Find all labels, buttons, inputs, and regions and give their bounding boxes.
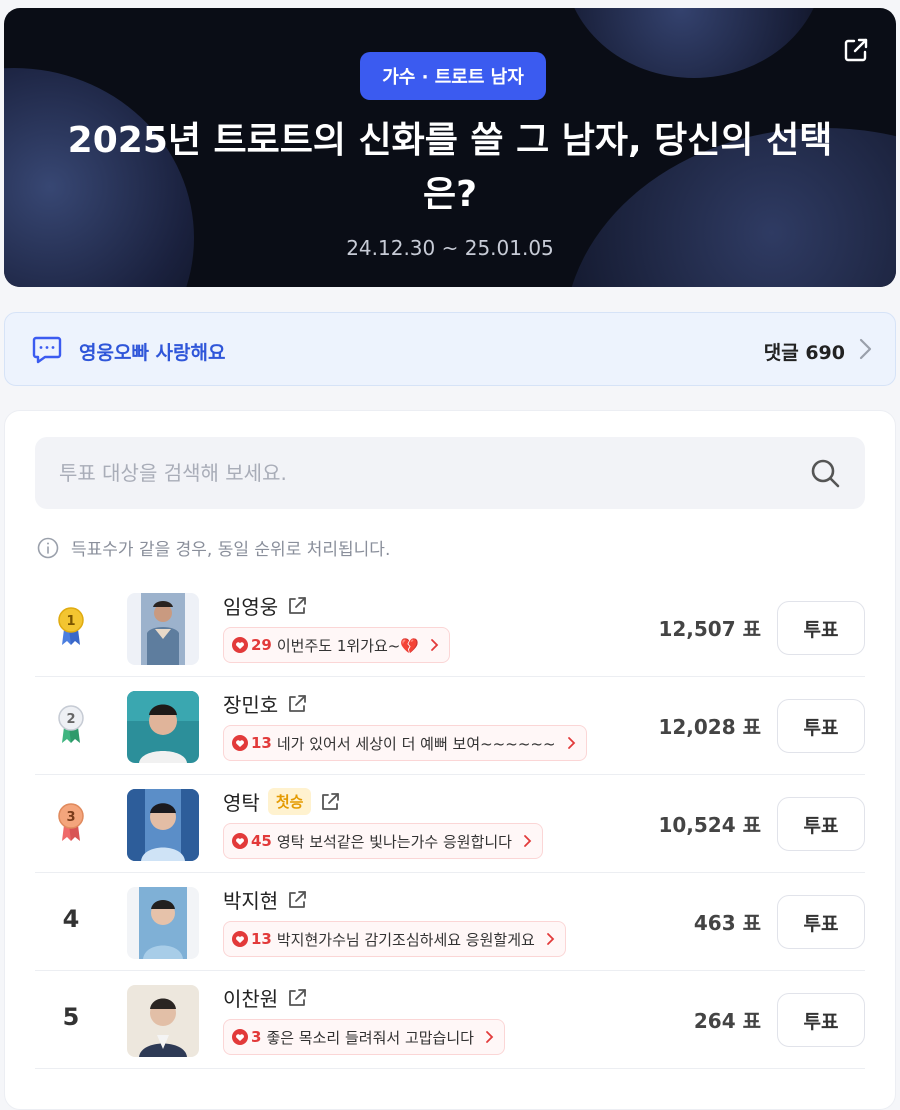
vote-card: 득표수가 같을 경우, 동일 순위로 처리됩니다. 1 임 — [4, 410, 896, 1110]
candidate-name[interactable]: 장민호 — [223, 689, 278, 718]
chevron-right-icon — [859, 338, 872, 360]
chevron-right-icon — [486, 1031, 494, 1043]
heart-icon — [232, 735, 248, 751]
comment-text: 영탁 보석같은 빛나는가수 응원합니다 — [276, 832, 512, 851]
heart-icon — [232, 1029, 248, 1045]
external-link-icon[interactable] — [319, 791, 341, 813]
external-link-icon[interactable] — [286, 987, 308, 1009]
vote-button[interactable]: 투표 — [777, 699, 865, 753]
silver-medal-icon: 2 — [58, 705, 84, 743]
comment-text: 이번주도 1위가요~💔 — [276, 636, 420, 655]
top-comment[interactable]: 13 박지현가수님 감기조심하세요 응원할게요 — [223, 921, 566, 957]
vote-count: 10,524 표 — [658, 813, 761, 837]
notice-text: 득표수가 같을 경우, 동일 순위로 처리됩니다. — [71, 540, 391, 560]
avatar — [127, 789, 199, 861]
chevron-right-icon — [431, 639, 439, 651]
external-link-icon[interactable] — [286, 595, 308, 617]
vote-count: 264 표 — [693, 1009, 761, 1033]
rank-number: 4 — [62, 905, 80, 933]
name-line: 임영웅 — [223, 591, 308, 620]
candidate-photo[interactable] — [127, 593, 199, 665]
candidate-photo[interactable] — [127, 691, 199, 763]
comment-like-count: 45 — [251, 832, 272, 850]
candidate-photo[interactable] — [127, 887, 199, 959]
chat-bubble-icon — [32, 336, 62, 364]
chevron-right-icon — [546, 933, 555, 945]
rank-number: 5 — [62, 1003, 80, 1031]
avatar — [127, 691, 199, 763]
candidate-row: 4 박지현 13 박지현가수님 감기조심하세요 응원할게요 463 표 투표 — [35, 873, 865, 971]
vote-period: 24.12.30 ~ 25.01.05 — [346, 236, 554, 260]
external-link-icon[interactable] — [286, 693, 308, 715]
vote-button[interactable]: 투표 — [777, 993, 865, 1047]
bronze-medal-icon: 3 — [58, 803, 84, 841]
first-win-badge: 첫승 — [267, 788, 312, 815]
comment-like-count: 13 — [251, 734, 272, 752]
category-chip: 가수 · 트로트 남자 — [360, 52, 546, 100]
top-comment[interactable]: 45 영탁 보석같은 빛나는가수 응원합니다 — [223, 823, 543, 859]
rank-number: 2 — [66, 712, 75, 727]
comment-like-count: 3 — [251, 1028, 262, 1046]
name-line: 박지현 — [223, 885, 308, 914]
comment-text: 박지현가수님 감기조심하세요 응원할게요 — [276, 930, 535, 949]
candidate-name[interactable]: 임영웅 — [223, 591, 278, 620]
vote-button[interactable]: 투표 — [777, 601, 865, 655]
heart-icon — [232, 833, 248, 849]
banner-decoration — [564, 8, 824, 78]
comment-bar[interactable]: 영웅오빠 사랑해요 댓글 690 — [4, 312, 896, 386]
vote-count: 12,507 표 — [658, 617, 761, 641]
search-box — [35, 437, 865, 509]
comment-like-count: 29 — [251, 636, 272, 654]
candidate-row: 3 영탁 첫승 45 영탁 보석같은 빛나는가수 응원합니다 10,524 표 … — [35, 775, 865, 873]
gold-medal-icon: 1 — [58, 607, 84, 645]
name-line: 영탁 첫승 — [223, 787, 341, 816]
vote-button[interactable]: 투표 — [777, 895, 865, 949]
name-line: 이찬원 — [223, 983, 308, 1012]
heart-icon — [232, 931, 248, 947]
vote-count: 463 표 — [693, 911, 761, 935]
avatar — [127, 887, 199, 959]
candidate-list: 1 임영웅 29 이번주도 1위가요~💔 12,507 표 투표 2 장민호 1… — [35, 579, 865, 1069]
rank-number: 1 — [66, 614, 75, 629]
info-icon — [37, 537, 59, 558]
event-banner: 가수 · 트로트 남자 2025년 트로트의 신화를 쓸 그 남자, 당신의 선… — [4, 8, 896, 287]
comment-like-count: 13 — [251, 930, 272, 948]
candidate-photo[interactable] — [127, 789, 199, 861]
candidate-name[interactable]: 이찬원 — [223, 983, 278, 1012]
candidate-name[interactable]: 박지현 — [223, 885, 278, 914]
comment-text: 네가 있어서 세상이 더 예뻐 보여~~~~~~ — [276, 734, 556, 753]
candidate-row: 5 이찬원 3 좋은 목소리 들려줘서 고맙습니다 264 표 투표 — [35, 971, 865, 1069]
avatar — [127, 593, 199, 665]
rank-number: 3 — [66, 810, 75, 825]
vote-count: 12,028 표 — [658, 715, 761, 739]
vote-button[interactable]: 투표 — [777, 797, 865, 851]
avatar — [127, 985, 199, 1057]
candidate-row: 2 장민호 13 네가 있어서 세상이 더 예뻐 보여~~~~~~ 12,028… — [35, 677, 865, 775]
candidate-name[interactable]: 영탁 — [223, 787, 260, 816]
search-input[interactable] — [59, 461, 799, 485]
chevron-right-icon — [524, 835, 532, 847]
candidate-photo[interactable] — [127, 985, 199, 1057]
share-icon[interactable] — [842, 36, 870, 64]
search-icon[interactable] — [809, 457, 841, 489]
top-comment[interactable]: 29 이번주도 1위가요~💔 — [223, 627, 451, 663]
top-comment[interactable]: 13 네가 있어서 세상이 더 예뻐 보여~~~~~~ — [223, 725, 587, 761]
heart-icon — [232, 637, 248, 653]
comment-count: 댓글 690 — [763, 342, 845, 364]
candidate-row: 1 임영웅 29 이번주도 1위가요~💔 12,507 표 투표 — [35, 579, 865, 677]
chevron-right-icon — [567, 737, 575, 749]
tie-notice: 득표수가 같을 경우, 동일 순위로 처리됩니다. — [37, 535, 390, 560]
page-title: 2025년 트로트의 신화를 쓸 그 남자, 당신의 선택은? — [67, 120, 833, 215]
top-comment[interactable]: 3 좋은 목소리 들려줘서 고맙습니다 — [223, 1019, 505, 1055]
comment-text: 좋은 목소리 들려줘서 고맙습니다 — [266, 1028, 474, 1047]
external-link-icon[interactable] — [286, 889, 308, 911]
latest-comment: 영웅오빠 사랑해요 — [79, 342, 226, 364]
name-line: 장민호 — [223, 689, 308, 718]
